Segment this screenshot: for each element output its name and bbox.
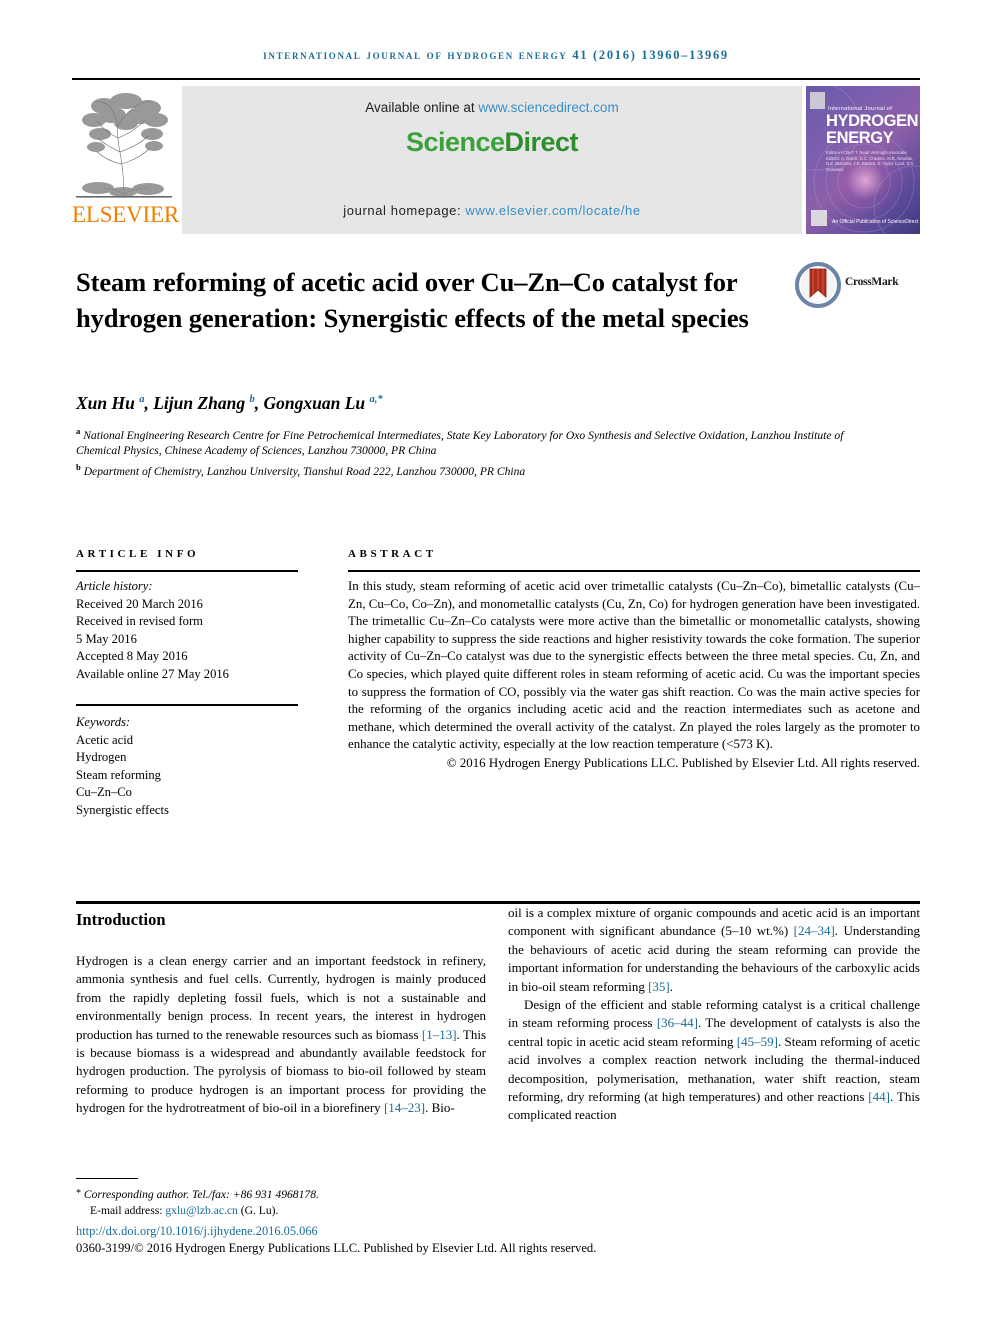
abstract-block: In this study, steam reforming of acetic…	[348, 578, 920, 773]
sciencedirect-url[interactable]: www.sciencedirect.com	[478, 100, 618, 115]
journal-article-page: International Journal of Hydrogen Energy…	[0, 0, 992, 1323]
abstract-rule	[348, 570, 920, 572]
abstract-copyright: © 2016 Hydrogen Energy Publications LLC.…	[446, 755, 920, 770]
keywords-block: Keywords: Acetic acid Hydrogen Steam ref…	[76, 714, 298, 820]
available-online-line: Available online at www.sciencedirect.co…	[182, 100, 802, 115]
author-affil-marker-a-star: a,*	[369, 394, 383, 406]
email-label: E-mail address:	[90, 1203, 166, 1217]
footer-copyright: 0360-3199/© 2016 Hydrogen Energy Publica…	[76, 1241, 597, 1255]
sciencedirect-logo[interactable]: ScienceDirect	[182, 127, 802, 158]
cover-badge-bottom-icon	[811, 210, 827, 226]
citation-ref[interactable]: [14–23]	[384, 1100, 425, 1115]
keyword-item: Cu–Zn–Co	[76, 785, 132, 800]
article-history-item: Available online 27 May 2016	[76, 666, 229, 681]
cover-title-line2: ENERGY	[826, 129, 894, 147]
sciencedirect-banner: Available online at www.sciencedirect.co…	[182, 86, 802, 234]
abstract-text: In this study, steam reforming of acetic…	[348, 579, 920, 752]
journal-homepage-prefix: journal homepage:	[343, 203, 466, 218]
article-info-rule	[76, 570, 298, 572]
cover-editor-meta: Editor-in-Chief: T. Nejat Veziroglu Asso…	[826, 150, 915, 172]
citation-ref[interactable]: [24–34]	[794, 923, 835, 938]
citation-ref[interactable]: [35]	[648, 979, 670, 994]
article-history-block: Article history: Received 20 March 2016 …	[76, 578, 298, 684]
affiliation-a-marker: a	[76, 426, 81, 436]
intro-right-paragraph-1: oil is a complex mixture of organic comp…	[508, 904, 920, 996]
affiliations: a National Engineering Research Centre f…	[76, 424, 866, 479]
affiliation-b-text: Department of Chemistry, Lanzhou Univers…	[83, 464, 526, 478]
affiliation-a: a National Engineering Research Centre f…	[76, 424, 866, 459]
elsevier-wordmark: ELSEVIER	[72, 202, 179, 227]
citation-ref[interactable]: [1–13]	[422, 1027, 457, 1042]
email-link[interactable]: gxlu@lzb.ac.cn	[165, 1204, 237, 1217]
cover-title-line1: HYDROGEN	[826, 112, 919, 130]
intro-right-text-c: .	[669, 978, 674, 994]
intro-left-text-c: . Bio-	[425, 1100, 455, 1116]
citation-ref[interactable]: [45–59]	[737, 1034, 778, 1049]
page-title: Steam reforming of acetic acid over Cu–Z…	[76, 267, 749, 333]
keywords-rule	[76, 704, 298, 706]
sciencedirect-logo-part2: Direct	[504, 127, 579, 157]
article-history-item: Received 20 March 2016	[76, 596, 203, 611]
available-online-prefix: Available online at	[365, 100, 479, 115]
keyword-item: Hydrogen	[76, 750, 127, 765]
author-list: Xun Hu a, Lijun Zhang b, Gongxuan Lu a,*	[76, 393, 383, 413]
footnote-block: * Corresponding author. Tel./fax: +86 93…	[76, 1186, 496, 1218]
email-suffix: (G. Lu).	[237, 1203, 279, 1217]
keyword-item: Steam reforming	[76, 767, 161, 782]
affiliation-b-marker: b	[76, 461, 81, 472]
article-history-item: Accepted 8 May 2016	[76, 649, 188, 664]
keyword-item: Acetic acid	[76, 732, 133, 747]
header-rule	[72, 78, 920, 80]
article-history-label: Article history:	[76, 579, 153, 593]
abstract-heading: ABSTRACT	[348, 548, 437, 560]
citation-ref[interactable]: [44]	[868, 1089, 890, 1104]
affiliation-b: b Department of Chemistry, Lanzhou Unive…	[76, 460, 866, 479]
author-affil-marker-b: b	[249, 394, 255, 406]
cover-title: HYDROGEN ENERGY	[826, 112, 919, 147]
author-affil-marker-a: a	[139, 394, 145, 406]
running-head: International Journal of Hydrogen Energy…	[263, 48, 729, 62]
affiliation-a-text: National Engineering Research Centre for…	[76, 428, 844, 458]
doi-link[interactable]: http://dx.doi.org/10.1016/j.ijhydene.201…	[76, 1224, 318, 1239]
elsevier-logo: ELSEVIER	[72, 86, 179, 234]
elsevier-tree-icon	[76, 93, 172, 198]
crossmark-badge[interactable]: CrossMark	[795, 262, 927, 310]
corresponding-author-note: * Corresponding author. Tel./fax: +86 93…	[76, 1186, 496, 1203]
journal-homepage-url[interactable]: www.elsevier.com/locate/he	[465, 203, 640, 218]
keywords-label: Keywords:	[76, 715, 131, 729]
email-line: E-mail address: gxlu@lzb.ac.cn (G. Lu).	[90, 1203, 496, 1219]
article-history-item: Received in revised form	[76, 614, 203, 629]
section-title-introduction: Introduction	[76, 910, 166, 929]
journal-cover-thumbnail: International Journal of HYDROGEN ENERGY…	[806, 86, 920, 234]
article-history-item: 5 May 2016	[76, 631, 137, 646]
keyword-item: Synergistic effects	[76, 802, 169, 817]
citation-ref[interactable]: [36–44]	[657, 1015, 698, 1030]
corresponding-author-text: Corresponding author. Tel./fax: +86 931 …	[81, 1188, 319, 1201]
cover-publisher-line: An Official Publication of ScienceDirect	[832, 219, 919, 225]
crossmark-label: CrossMark	[845, 276, 899, 288]
intro-column-right: oil is a complex mixture of organic comp…	[508, 904, 920, 1125]
footnote-rule	[76, 1178, 138, 1179]
crossmark-icon	[795, 262, 841, 308]
intro-column-left: Hydrogen is a clean energy carrier and a…	[76, 952, 486, 1118]
cover-badge-top-icon	[810, 92, 825, 109]
intro-right-paragraph-2: Design of the efficient and stable refor…	[508, 996, 920, 1125]
article-info-heading: ARTICLE INFO	[76, 548, 200, 560]
journal-homepage-line: journal homepage: www.elsevier.com/locat…	[182, 203, 802, 218]
sciencedirect-logo-part1: Science	[405, 127, 505, 157]
masthead: ELSEVIER Available online at www.science…	[72, 86, 920, 234]
